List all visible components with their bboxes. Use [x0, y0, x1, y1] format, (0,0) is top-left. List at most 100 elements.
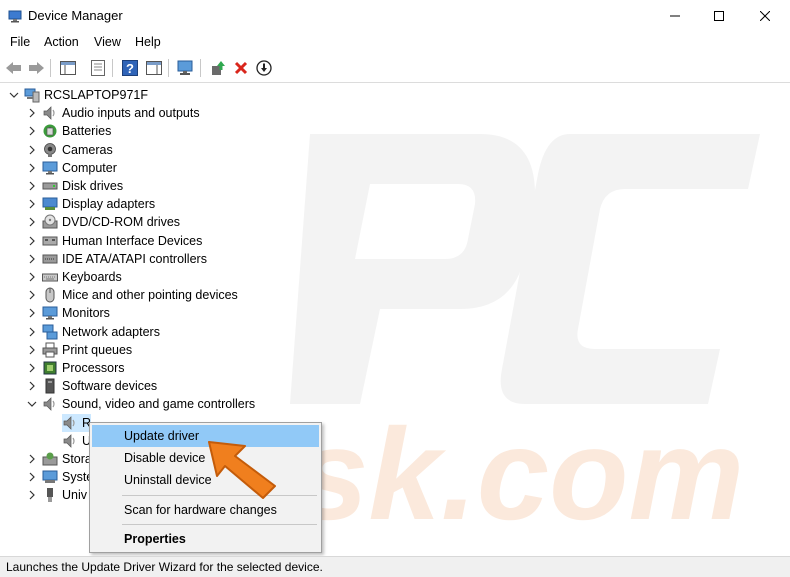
menu-file[interactable]: File [10, 35, 30, 49]
computer-icon [24, 87, 40, 103]
chevron-right-icon[interactable] [26, 107, 38, 119]
chevron-down-icon[interactable] [8, 89, 20, 101]
tree-item-software-devices[interactable]: Software devices [26, 377, 157, 395]
tree-item-label: Network adapters [62, 325, 160, 339]
tree-item-human-interface-devices[interactable]: Human Interface Devices [26, 232, 202, 250]
context-item-label: Properties [124, 532, 186, 546]
chevron-right-icon[interactable] [26, 144, 38, 156]
action-pane-icon [146, 61, 162, 75]
chevron-right-icon[interactable] [26, 271, 38, 283]
back-button[interactable] [4, 58, 24, 78]
tree-item-label: Mice and other pointing devices [62, 288, 238, 302]
speaker-icon [42, 105, 58, 121]
disable-button[interactable] [254, 58, 274, 78]
toolbar-separator [50, 59, 51, 77]
chevron-right-icon[interactable] [26, 289, 38, 301]
tree-item-label: Cameras [62, 143, 113, 157]
status-text: Launches the Update Driver Wizard for th… [6, 560, 323, 574]
help-button[interactable]: ? [120, 58, 140, 78]
update-driver-icon [212, 61, 225, 75]
chevron-down-icon[interactable] [26, 398, 38, 410]
menu-help[interactable]: Help [135, 35, 161, 49]
chevron-right-icon[interactable] [26, 162, 38, 174]
scan-hardware-button[interactable] [176, 58, 196, 78]
keyboard-icon [42, 269, 58, 285]
tree-item-univ[interactable]: Univ [26, 486, 87, 504]
title-bar: Device Manager [0, 0, 790, 32]
tree-item-label: Stora [62, 452, 92, 466]
processor-icon [42, 360, 58, 376]
chevron-right-icon[interactable] [26, 253, 38, 265]
chevron-right-icon[interactable] [26, 362, 38, 374]
tree-item-label: Audio inputs and outputs [62, 106, 200, 120]
tree-item-cameras[interactable]: Cameras [26, 141, 113, 159]
forward-button[interactable] [26, 58, 46, 78]
context-item-label: Uninstall device [124, 473, 212, 487]
chevron-right-icon[interactable] [26, 489, 38, 501]
chevron-right-icon[interactable] [26, 326, 38, 338]
chevron-right-icon[interactable] [26, 216, 38, 228]
context-item-scan-hardware[interactable]: Scan for hardware changes [92, 499, 319, 521]
display-adapter-icon [42, 196, 58, 212]
tree-item-keyboards[interactable]: Keyboards [26, 268, 122, 286]
maximize-button[interactable] [696, 0, 742, 32]
minimize-button[interactable] [652, 0, 698, 32]
chevron-right-icon[interactable] [26, 125, 38, 137]
svg-text:isk.com: isk.com [270, 401, 744, 544]
update-driver-button[interactable] [208, 58, 228, 78]
tree-root[interactable]: RCSLAPTOP971F [8, 86, 148, 104]
tree-item-syste[interactable]: Syste [26, 468, 93, 486]
usb-icon [42, 487, 58, 503]
tree-item-audio-inputs-and-outputs[interactable]: Audio inputs and outputs [26, 104, 200, 122]
context-item-label: Scan for hardware changes [124, 503, 277, 517]
chevron-right-icon[interactable] [26, 198, 38, 210]
tree-item-print-queues[interactable]: Print queues [26, 341, 132, 359]
tree-item-computer[interactable]: Computer [26, 159, 117, 177]
help-icon: ? [122, 60, 138, 76]
tree-item-label: Human Interface Devices [62, 234, 203, 248]
context-item-label: Update driver [124, 429, 200, 443]
action-pane-button[interactable] [144, 58, 164, 78]
forward-icon [29, 62, 44, 74]
tree-item-disk-drives[interactable]: Disk drives [26, 177, 123, 195]
chevron-right-icon[interactable] [26, 180, 38, 192]
tree-item-display-adapters[interactable]: Display adapters [26, 195, 155, 213]
chevron-right-icon[interactable] [26, 344, 38, 356]
toolbar-separator [112, 59, 113, 77]
svg-text:?: ? [126, 61, 134, 76]
context-menu: Update driver Disable device Uninstall d… [89, 422, 322, 553]
menu-action[interactable]: Action [44, 35, 79, 49]
tree-item-stora[interactable]: Stora [26, 450, 92, 468]
hid-icon [42, 233, 58, 249]
chevron-right-icon[interactable] [26, 380, 38, 392]
tree-item-label: Computer [62, 161, 117, 175]
context-item-properties[interactable]: Properties [92, 528, 319, 550]
tree-item-network-adapters[interactable]: Network adapters [26, 323, 160, 341]
chevron-right-icon[interactable] [26, 235, 38, 247]
tree-item-sound-video-and-game-controllers[interactable]: Sound, video and game controllers [26, 395, 255, 413]
tree-child-item[interactable]: U [62, 432, 91, 450]
tree-item-label: IDE ATA/ATAPI controllers [62, 252, 207, 266]
chevron-right-icon[interactable] [26, 307, 38, 319]
chevron-right-icon[interactable] [26, 471, 38, 483]
context-item-update-driver[interactable]: Update driver [92, 425, 319, 447]
tree-item-dvd-cd-rom-drives[interactable]: DVD/CD-ROM drives [26, 213, 180, 231]
show-hide-console-tree-button[interactable] [58, 58, 78, 78]
tree-item-monitors[interactable]: Monitors [26, 304, 110, 322]
tree-child-item[interactable]: R [62, 414, 92, 432]
tree-item-ide-ata-atapi-controllers[interactable]: IDE ATA/ATAPI controllers [26, 250, 207, 268]
tree-item-batteries[interactable]: Batteries [26, 122, 111, 140]
tree-item-mice-and-other-pointing-devices[interactable]: Mice and other pointing devices [26, 286, 238, 304]
tree-item-label: Univ [62, 488, 88, 502]
menu-view[interactable]: View [94, 35, 121, 49]
tree-item-processors[interactable]: Processors [26, 359, 125, 377]
chevron-right-icon[interactable] [26, 453, 38, 465]
close-button[interactable] [742, 0, 788, 32]
context-item-uninstall-device[interactable]: Uninstall device [92, 469, 319, 491]
context-item-disable-device[interactable]: Disable device [92, 447, 319, 469]
properties-button[interactable] [88, 58, 108, 78]
tree-item-label: DVD/CD-ROM drives [62, 215, 181, 229]
ide-icon [42, 251, 58, 267]
software-device-icon [42, 378, 58, 394]
uninstall-button[interactable] [231, 58, 251, 78]
